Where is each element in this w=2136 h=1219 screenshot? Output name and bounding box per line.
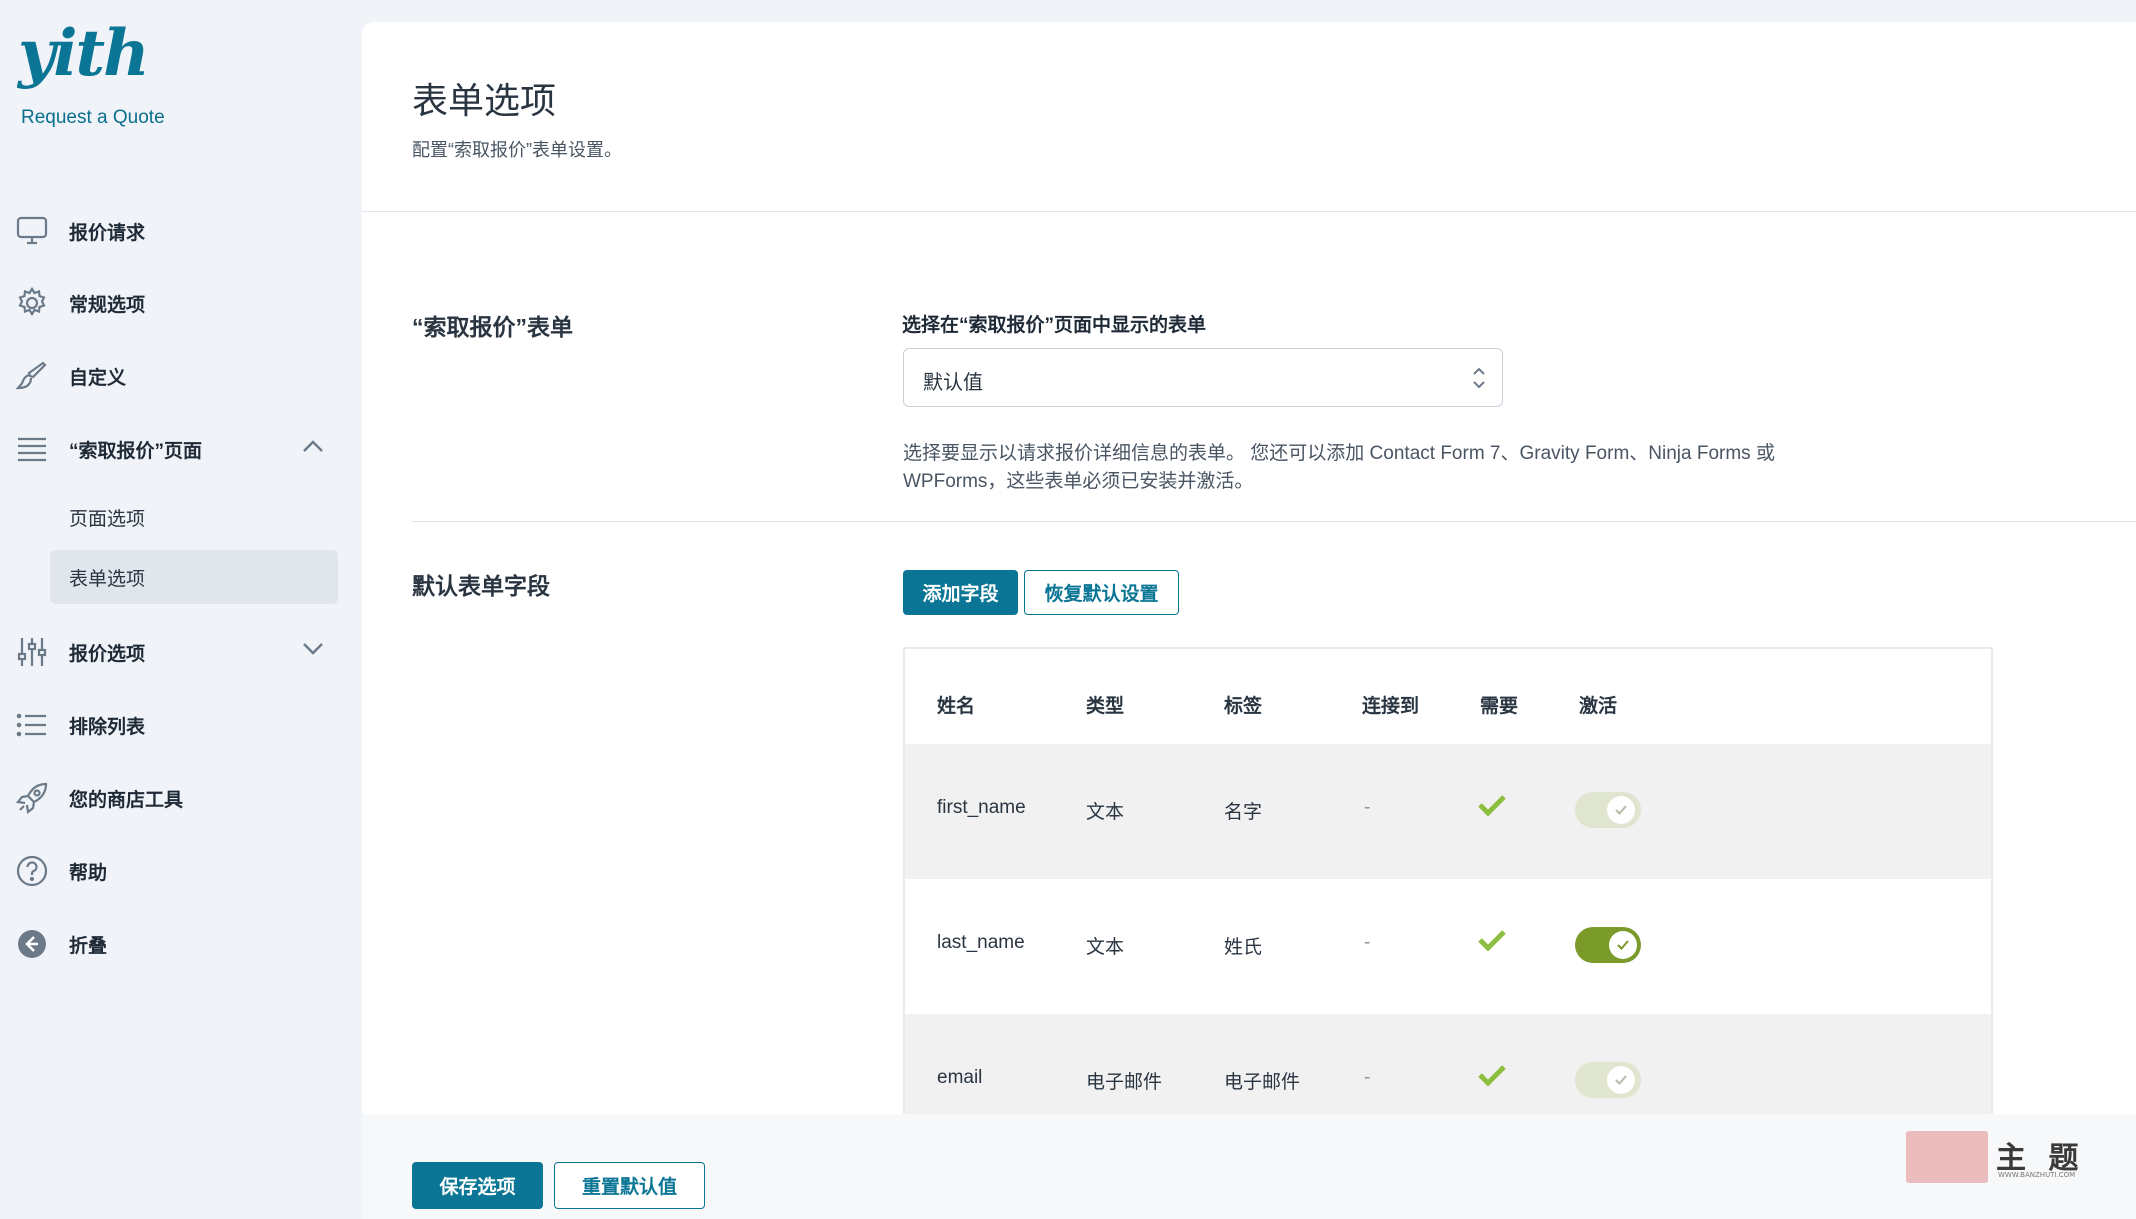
section-divider bbox=[412, 521, 2136, 522]
sidebar-subitem-page-options[interactable]: 页面选项 bbox=[50, 490, 338, 544]
chevron-up-icon bbox=[302, 438, 324, 457]
sidebar-item-help[interactable]: 帮助 bbox=[14, 843, 344, 899]
help-icon bbox=[14, 853, 50, 889]
column-header-type: 类型 bbox=[1086, 696, 1125, 717]
gear-icon bbox=[14, 285, 50, 321]
checkmark-icon bbox=[1478, 929, 1506, 955]
table-header: 姓名 类型 标签 连接到 需要 激活 bbox=[905, 649, 1991, 744]
column-header-required: 需要 bbox=[1480, 696, 1519, 717]
logo-text: yith bbox=[18, 16, 150, 91]
restore-defaults-button[interactable]: 恢复默认设置 bbox=[1024, 570, 1179, 615]
sidebar-item-request-quote-page[interactable]: “索取报价”页面 bbox=[14, 421, 344, 477]
active-toggle[interactable] bbox=[1575, 792, 1641, 828]
cell-connect: - bbox=[1364, 1067, 1371, 1088]
sidebar-item-collapse[interactable]: 折叠 bbox=[14, 916, 344, 972]
rocket-icon bbox=[14, 780, 50, 816]
sidebar-item-label: “索取报价”页面 bbox=[69, 440, 203, 462]
options-footer: 保存选项 重置默认值 bbox=[362, 1114, 2136, 1219]
page-description: 配置“索取报价”表单设置。 bbox=[412, 140, 622, 160]
sidebar-item-quote-options[interactable]: 报价选项 bbox=[14, 624, 344, 680]
toggle-knob bbox=[1607, 796, 1635, 824]
column-header-label: 标签 bbox=[1224, 696, 1263, 717]
chevron-down-icon bbox=[302, 641, 324, 660]
watermark-logo: 主 题 WWW.BANZHUTI.COM bbox=[1906, 1127, 2096, 1185]
sidebar-subitem-form-options[interactable]: 表单选项 bbox=[50, 550, 338, 604]
watermark-url: WWW.BANZHUTI.COM bbox=[1998, 1171, 2076, 1179]
sidebar-item-store-tools[interactable]: 您的商店工具 bbox=[14, 770, 344, 826]
help-line-2: WPForms，这些表单必须已安装并激活。 bbox=[903, 471, 1254, 492]
cell-name: last_name bbox=[937, 932, 1025, 953]
main-panel: 表单选项 配置“索取报价”表单设置。 “索取报价”表单 选择在“索取报价”页面中… bbox=[362, 22, 2136, 1219]
form-select-value: 默认值 bbox=[923, 372, 983, 394]
sidebar-item-customize[interactable]: 自定义 bbox=[14, 348, 344, 404]
sidebar-item-label: 帮助 bbox=[69, 862, 108, 884]
active-toggle[interactable] bbox=[1575, 927, 1641, 963]
checkmark-icon bbox=[1478, 794, 1506, 820]
bullet-list-icon bbox=[14, 707, 50, 743]
sidebar-item-label: 排除列表 bbox=[69, 716, 146, 738]
sidebar-item-label: 常规选项 bbox=[69, 294, 146, 316]
cell-connect: - bbox=[1364, 932, 1371, 953]
sidebar-item-label: 折叠 bbox=[69, 935, 108, 957]
page-header: 表单选项 配置“索取报价”表单设置。 bbox=[362, 22, 2136, 212]
reset-defaults-button[interactable]: 重置默认值 bbox=[554, 1162, 705, 1209]
sidebar-item-label: 您的商店工具 bbox=[69, 789, 184, 811]
column-header-name: 姓名 bbox=[937, 696, 976, 717]
help-line-1: 选择要显示以请求报价详细信息的表单。 您还可以添加 Contact Form 7… bbox=[903, 443, 1775, 464]
form-select-help: 选择要显示以请求报价详细信息的表单。 您还可以添加 Contact Form 7… bbox=[903, 440, 1803, 496]
sliders-icon bbox=[14, 634, 50, 670]
page-title: 表单选项 bbox=[412, 80, 557, 121]
save-options-button[interactable]: 保存选项 bbox=[412, 1162, 543, 1209]
cell-label: 电子邮件 bbox=[1224, 1072, 1301, 1093]
cell-type: 电子邮件 bbox=[1086, 1072, 1163, 1093]
section-title-request-form: “索取报价”表单 bbox=[412, 314, 573, 340]
sidebar-item-quote-requests[interactable]: 报价请求 bbox=[14, 203, 344, 259]
collapse-arrow-icon bbox=[14, 926, 50, 962]
watermark-seal bbox=[1906, 1131, 1988, 1183]
add-field-button[interactable]: 添加字段 bbox=[903, 570, 1018, 615]
column-header-active: 激活 bbox=[1579, 696, 1618, 717]
checkmark-icon bbox=[1478, 1064, 1506, 1090]
toggle-knob bbox=[1609, 931, 1637, 959]
sidebar: yith Request a Quote 报价请求 常规选项 自定义 “索取报价… bbox=[0, 0, 362, 1219]
table-row[interactable]: last_name 文本 姓氏 - bbox=[905, 879, 1991, 1014]
toggle-knob bbox=[1607, 1066, 1635, 1094]
sidebar-item-exclusion-list[interactable]: 排除列表 bbox=[14, 697, 344, 753]
list-icon bbox=[14, 431, 50, 467]
yith-logo: yith bbox=[18, 16, 150, 91]
cell-type: 文本 bbox=[1086, 802, 1125, 823]
section-title-default-fields: 默认表单字段 bbox=[412, 573, 550, 599]
plugin-name: Request a Quote bbox=[21, 107, 165, 128]
cell-name: first_name bbox=[937, 797, 1026, 818]
cell-type: 文本 bbox=[1086, 937, 1125, 958]
sidebar-item-general-options[interactable]: 常规选项 bbox=[14, 275, 344, 331]
brush-icon bbox=[14, 358, 50, 394]
sidebar-item-label: 报价请求 bbox=[69, 222, 146, 244]
table-row[interactable]: first_name 文本 名字 - bbox=[905, 744, 1991, 879]
sidebar-item-label: 自定义 bbox=[69, 367, 127, 389]
form-select-label: 选择在“索取报价”页面中显示的表单 bbox=[902, 315, 1207, 336]
cell-connect: - bbox=[1364, 797, 1371, 818]
sidebar-item-label: 报价选项 bbox=[69, 643, 146, 665]
active-toggle[interactable] bbox=[1575, 1062, 1641, 1098]
monitor-icon bbox=[14, 213, 50, 249]
cell-label: 名字 bbox=[1224, 802, 1263, 823]
cell-name: email bbox=[937, 1067, 983, 1088]
updown-arrows-icon bbox=[1472, 366, 1486, 394]
form-select[interactable]: 默认值 bbox=[903, 348, 1503, 407]
cell-label: 姓氏 bbox=[1224, 937, 1263, 958]
column-header-connect: 连接到 bbox=[1362, 696, 1420, 717]
